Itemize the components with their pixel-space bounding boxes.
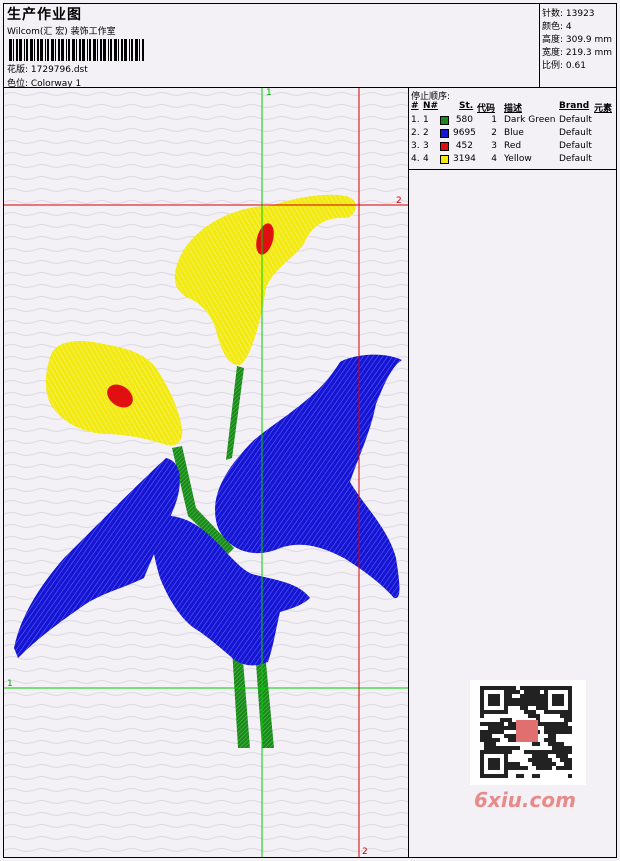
row-code: 1 xyxy=(491,115,497,125)
row-stitches: 3194 xyxy=(453,154,476,164)
col-n-header: N# xyxy=(423,101,439,111)
page-title: 生产作业图 xyxy=(7,7,82,23)
row-n: 1 xyxy=(423,115,429,125)
color-row: 4. 4 3194 4 Yellow Default xyxy=(409,154,616,167)
row-desc: Red xyxy=(504,141,522,151)
row-stitches: 580 xyxy=(455,115,473,125)
yellow-swatch xyxy=(440,155,449,164)
row-brand: Default xyxy=(559,115,592,125)
stop-sequence-panel: 停止顺序: # N# St. 代码 描述 Brand 元素 1. 1 580 1… xyxy=(409,88,616,170)
col-brand-header: Brand xyxy=(559,101,590,111)
row-desc: Yellow xyxy=(504,154,532,164)
dark-green-swatch xyxy=(440,116,449,125)
color-row: 1. 1 580 1 Dark Green Default xyxy=(409,115,616,128)
col-desc-header: 描述 xyxy=(504,104,523,114)
row-brand: Default xyxy=(559,154,592,164)
row-brand: Default xyxy=(559,141,592,151)
design-file-label: 花版: 1729796.dst xyxy=(7,65,88,75)
row-desc: Blue xyxy=(504,128,524,138)
col-element-header: 元素 xyxy=(594,104,613,114)
row-desc: Dark Green xyxy=(504,115,556,125)
red-swatch xyxy=(440,142,449,151)
color-count: 颜色: 4 xyxy=(542,22,572,32)
barcode xyxy=(9,39,144,61)
row-code: 4 xyxy=(491,154,497,164)
stitch-count: 针数: 13923 xyxy=(542,9,595,19)
design-height: 高度: 309.9 mm xyxy=(542,35,613,45)
green-horizontal-guide-label: 1 xyxy=(7,679,13,689)
stats-panel: 针数: 13923 颜色: 4 高度: 309.9 mm 宽度: 219.3 m… xyxy=(540,4,616,88)
col-code-header: 代码 xyxy=(477,104,496,114)
row-stitches: 9695 xyxy=(453,128,476,138)
blue-swatch xyxy=(440,129,449,138)
row-stitches: 452 xyxy=(455,141,473,151)
row-index: 1. xyxy=(411,115,420,125)
row-n: 2 xyxy=(423,128,429,138)
embroidery-preview xyxy=(4,88,408,857)
design-canvas: 1 1 2 2 xyxy=(4,88,409,857)
design-scale: 比例: 0.61 xyxy=(542,61,586,71)
green-vertical-guide-label: 1 xyxy=(266,88,272,98)
row-n: 4 xyxy=(423,154,429,164)
row-brand: Default xyxy=(559,128,592,138)
row-code: 3 xyxy=(491,141,497,151)
watermark-text: 6xiu.com xyxy=(474,788,576,812)
color-row: 2. 2 9695 2 Blue Default xyxy=(409,128,616,141)
color-row: 3. 3 452 3 Red Default xyxy=(409,141,616,154)
row-n: 3 xyxy=(423,141,429,151)
qr-code-watermark xyxy=(470,680,586,785)
red-horizontal-guide-label: 2 xyxy=(396,196,402,206)
row-index: 3. xyxy=(411,141,420,151)
row-index: 4. xyxy=(411,154,420,164)
studio-name: Wilcom(汇 宏) 装饰工作室 xyxy=(7,27,116,37)
header-panel: 生产作业图 Wilcom(汇 宏) 装饰工作室 花版: 1729796.dst … xyxy=(4,4,540,89)
red-vertical-guide-label: 2 xyxy=(362,847,368,857)
row-code: 2 xyxy=(491,128,497,138)
design-width: 宽度: 219.3 mm xyxy=(542,48,613,58)
col-stitches-header: St. xyxy=(459,101,474,111)
col-index-header: # xyxy=(411,101,419,111)
qr-code-icon xyxy=(480,686,572,778)
row-index: 2. xyxy=(411,128,420,138)
